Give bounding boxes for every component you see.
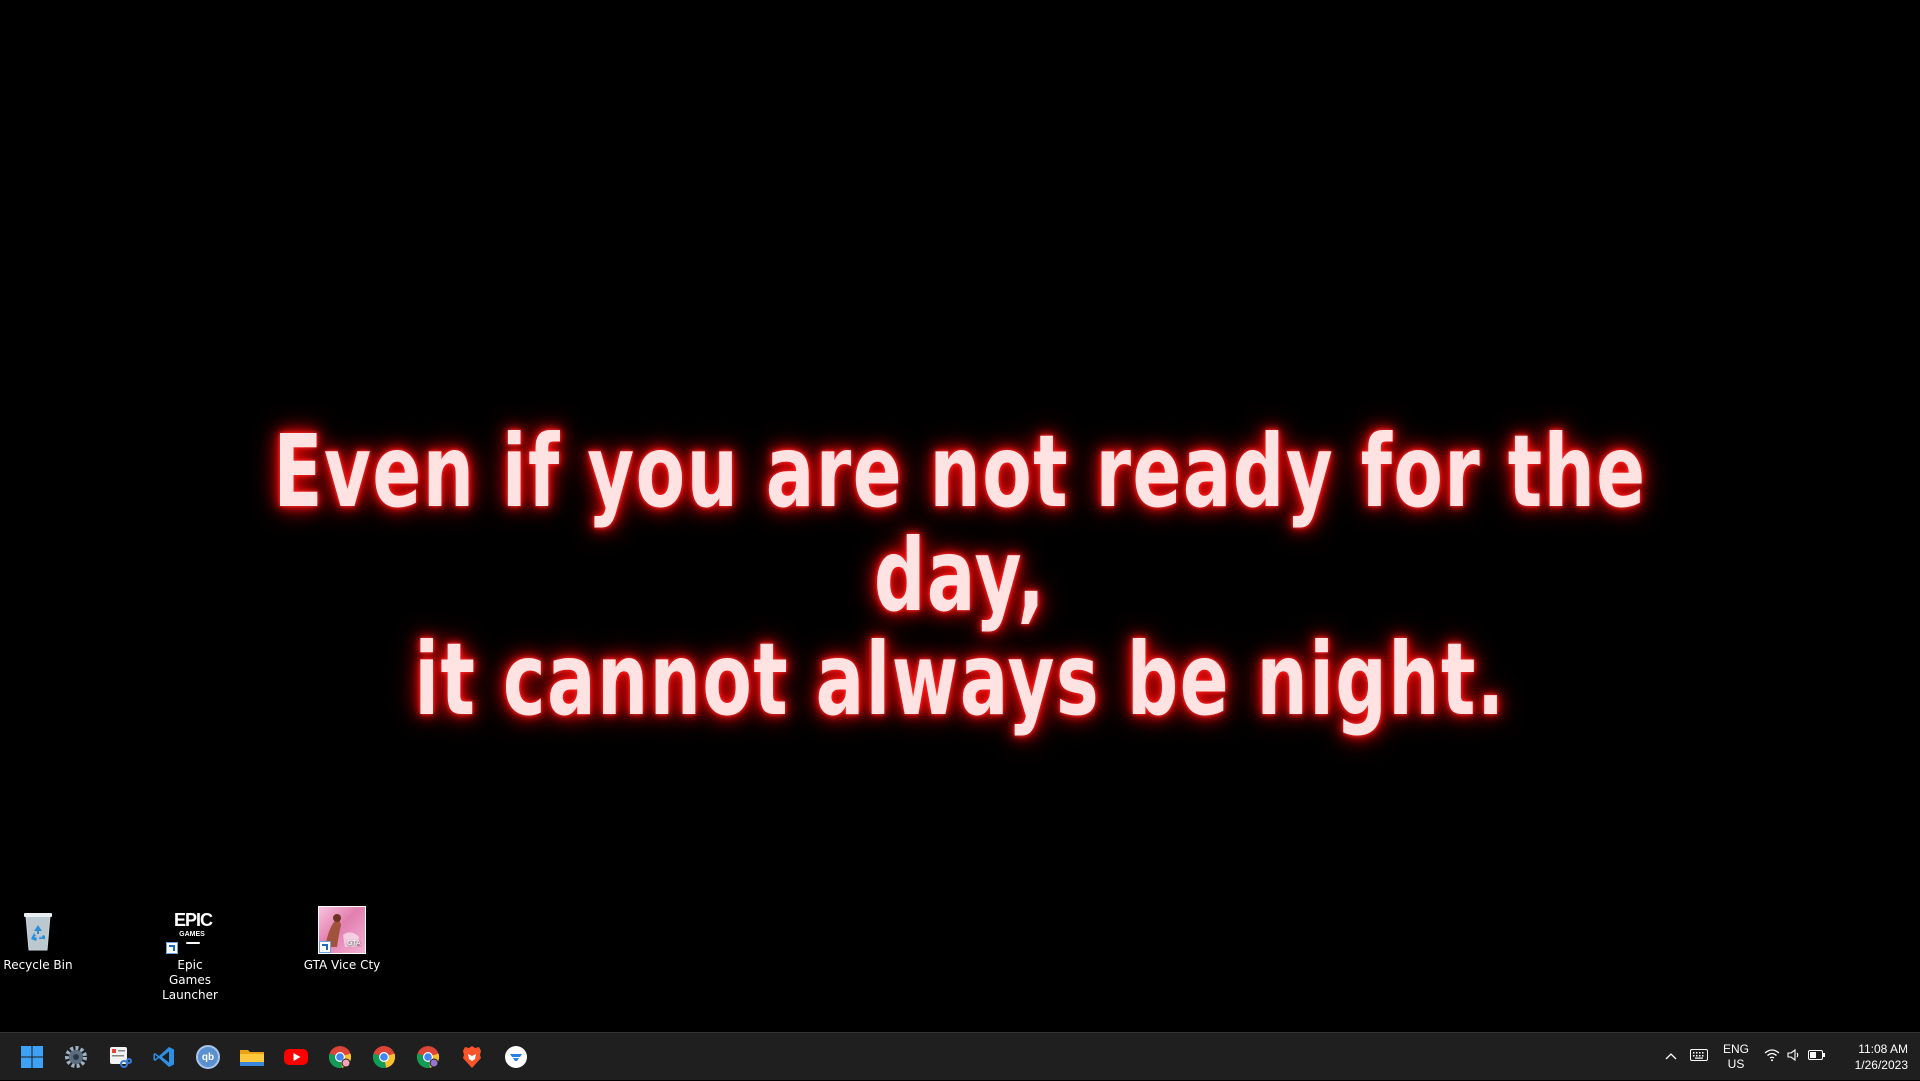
chrome-icon — [328, 1045, 352, 1069]
tray-quick-settings[interactable] — [1760, 1033, 1830, 1081]
taskbar-app-circle[interactable] — [496, 1039, 536, 1075]
tray-overflow-button[interactable] — [1660, 1033, 1682, 1081]
taskbar-app-chrome-2[interactable] — [364, 1039, 404, 1075]
shortcut-arrow-icon — [166, 942, 178, 954]
lang-bottom: US — [1727, 1057, 1745, 1071]
recycle-bin-label: Recycle Bin — [3, 958, 73, 972]
clock-date: 1/26/2023 — [1854, 1058, 1908, 1072]
taskbar-app-settings[interactable] — [56, 1039, 96, 1075]
taskbar-app-youtube[interactable] — [276, 1039, 316, 1075]
epic-games-icon: EPIC GAMES — [166, 906, 214, 954]
tray-keyboard-button[interactable] — [1686, 1033, 1712, 1081]
wifi-icon — [1764, 1048, 1780, 1067]
epic-games-label: Epic Games Launcher — [162, 958, 218, 1002]
desktop-icon-gta-vice-city[interactable]: GTA GTA Vice Cty — [292, 906, 392, 973]
gta-vice-city-label: GTA Vice Cty — [303, 958, 381, 972]
qbittorrent-icon: qb — [196, 1045, 220, 1069]
windows-start-icon — [20, 1045, 44, 1069]
recycle-bin-icon — [14, 906, 62, 954]
taskbar-app-snipping-tool[interactable] — [100, 1039, 140, 1075]
taskbar-app-chrome-1[interactable] — [320, 1039, 360, 1075]
tray-clock[interactable]: 11:08 AM 1/26/2023 — [1836, 1033, 1908, 1081]
svg-text:GTA: GTA — [347, 939, 361, 947]
taskbar-app-vscode[interactable] — [144, 1039, 184, 1075]
taskbar: qb ENG US 11:08 AM 1/26/2023 — [0, 1032, 1920, 1080]
taskbar-app-file-explorer[interactable] — [232, 1039, 272, 1075]
desktop-icon-recycle-bin[interactable]: Recycle Bin — [0, 906, 88, 973]
tray-language-button[interactable]: ENG US — [1718, 1033, 1754, 1081]
volume-icon — [1787, 1048, 1801, 1067]
youtube-icon — [283, 1047, 309, 1067]
folder-icon — [239, 1045, 265, 1069]
quote-line-1: Even if you are not ready for the day, — [273, 413, 1647, 634]
circle-app-icon — [504, 1045, 528, 1069]
start-button[interactable] — [12, 1039, 52, 1075]
chevron-up-icon — [1664, 1048, 1678, 1066]
brave-icon — [461, 1045, 483, 1069]
wallpaper-quote: Even if you are not ready for the day, i… — [269, 420, 1651, 732]
battery-icon — [1808, 1048, 1826, 1066]
keyboard-icon — [1690, 1048, 1708, 1066]
desktop: Even if you are not ready for the day, i… — [0, 0, 1920, 1032]
clock-time: 11:08 AM — [1858, 1042, 1908, 1056]
taskbar-app-qbittorrent[interactable]: qb — [188, 1039, 228, 1075]
snipping-tool-icon — [108, 1045, 132, 1069]
gta-vice-city-icon: GTA — [318, 906, 366, 954]
quote-line-2: it cannot always be night. — [414, 621, 1506, 738]
gear-icon — [64, 1045, 88, 1069]
vscode-icon — [152, 1045, 176, 1069]
chrome-icon — [372, 1045, 396, 1069]
taskbar-app-brave[interactable] — [452, 1039, 492, 1075]
taskbar-app-chrome-3[interactable] — [408, 1039, 448, 1075]
shortcut-arrow-icon — [319, 941, 331, 953]
lang-top: ENG — [1722, 1042, 1749, 1056]
chrome-icon — [416, 1045, 440, 1069]
desktop-icon-epic-games[interactable]: EPIC GAMES Epic Games Launcher — [140, 906, 240, 1003]
